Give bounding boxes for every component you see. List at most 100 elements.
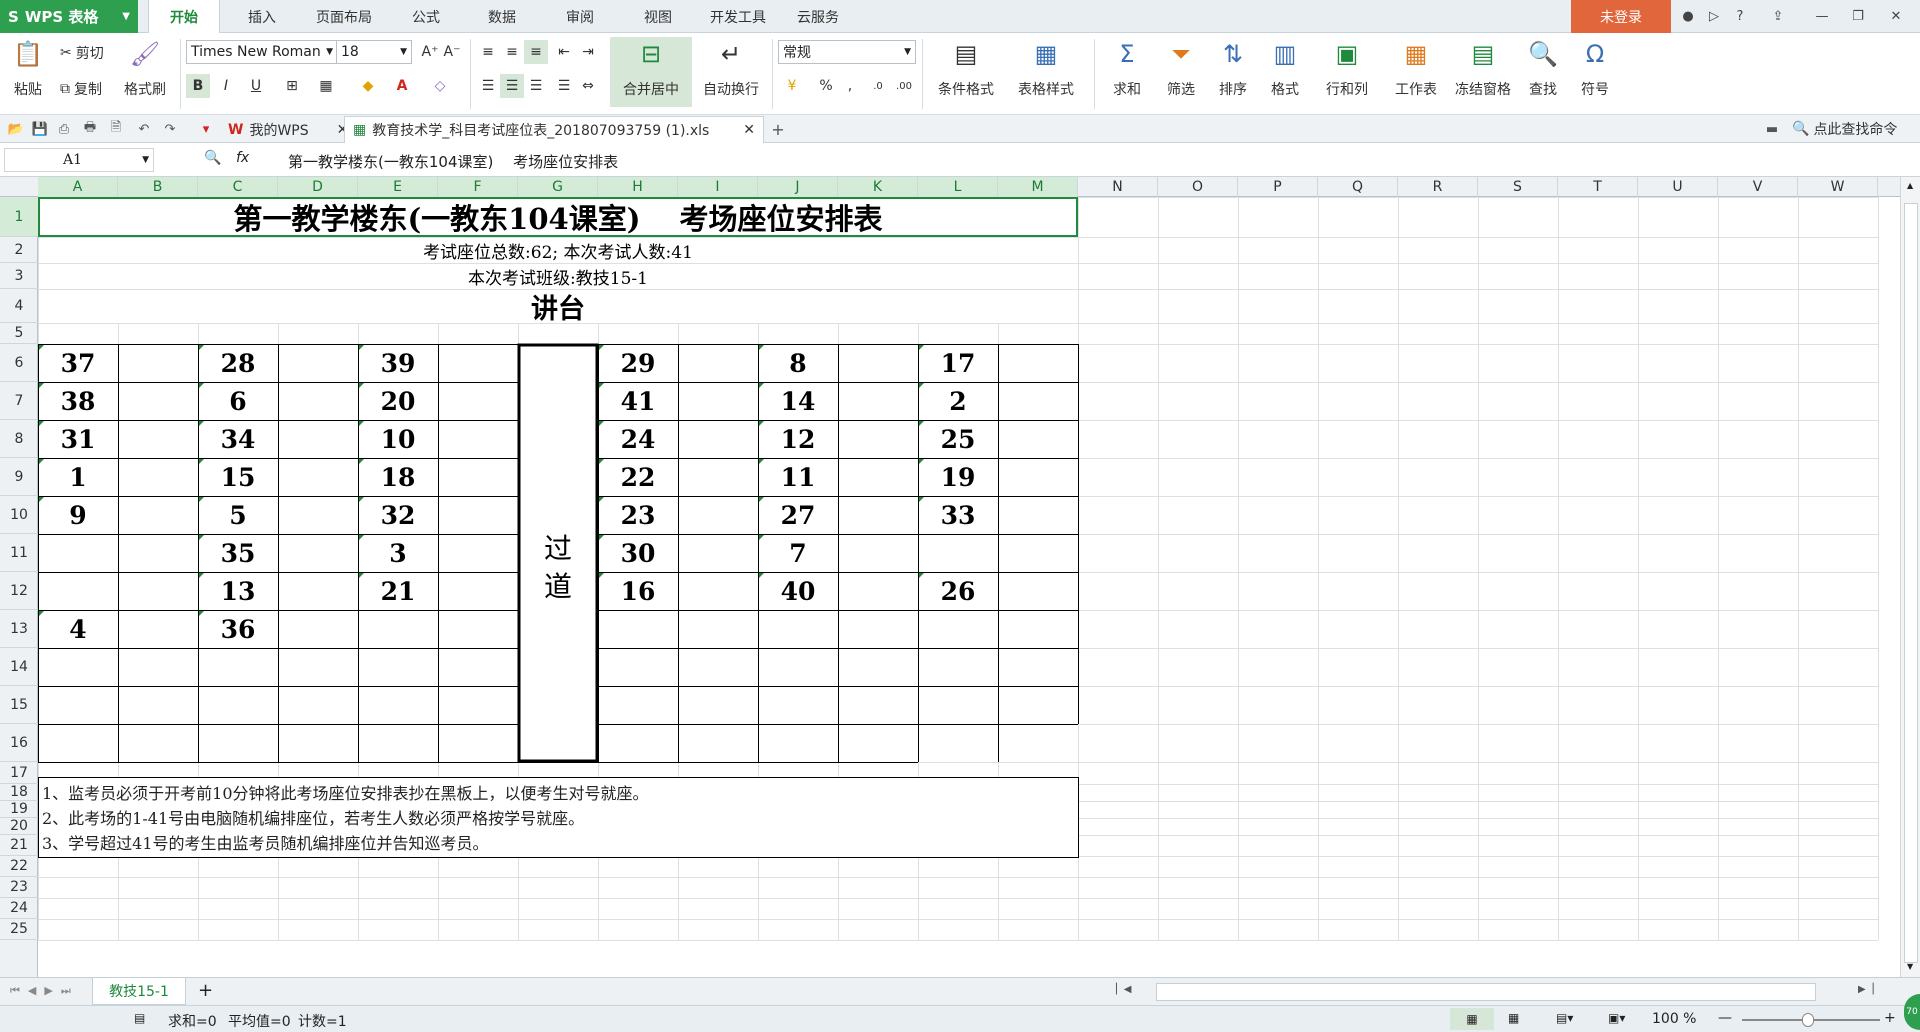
row-header[interactable]: 17 (0, 762, 38, 784)
column-header[interactable]: M (998, 177, 1078, 197)
column-header[interactable]: S (1478, 177, 1558, 197)
symbol-button[interactable]: Ω 符号 (1570, 37, 1620, 99)
clear-format-icon[interactable]: ◇ (428, 74, 452, 98)
column-header[interactable]: U (1638, 177, 1718, 197)
hscroll-left-icon[interactable]: ▏◀ (1116, 984, 1131, 995)
seat-number[interactable]: 26 (918, 572, 998, 610)
paste-button[interactable]: 📋 粘贴 (6, 37, 50, 99)
column-header[interactable]: K (838, 177, 918, 197)
login-button[interactable]: 未登录 (1571, 0, 1671, 33)
cut-button[interactable]: ✂ 剪切 (60, 43, 104, 63)
bold-button[interactable]: B (186, 74, 210, 98)
freeze-panes-button[interactable]: ▤ 冻结窗格 (1450, 37, 1516, 99)
seat-number[interactable]: 19 (918, 458, 998, 496)
tab-view[interactable]: 视图 (626, 0, 690, 33)
save-icon[interactable]: 💾 (30, 119, 50, 139)
justify-icon[interactable]: ☰ (552, 74, 576, 98)
restore-ribbon-icon[interactable]: ⇪ (1766, 5, 1790, 27)
seat-number[interactable]: 25 (918, 420, 998, 458)
seat-number[interactable]: 3 (358, 534, 438, 572)
underline-button[interactable]: U (244, 74, 268, 98)
row-header[interactable]: 14 (0, 648, 38, 686)
copy-button[interactable]: ⧉ 复制 (60, 79, 102, 99)
align-top-icon[interactable]: ≡ (476, 40, 500, 64)
seat-number[interactable]: 10 (358, 420, 438, 458)
undo-icon[interactable]: ↶ (134, 119, 154, 139)
add-sheet-icon[interactable]: + (198, 980, 213, 1001)
font-size-select[interactable]: 18 ▼ (336, 40, 412, 64)
new-tab-icon[interactable]: + (768, 119, 788, 139)
column-header[interactable]: Q (1318, 177, 1398, 197)
row-header[interactable]: 25 (0, 919, 38, 940)
row-header[interactable]: 16 (0, 724, 38, 762)
seat-number[interactable]: 31 (38, 420, 118, 458)
align-center-icon[interactable]: ☰ (500, 74, 524, 98)
customize-icon[interactable]: ▾ (196, 119, 216, 139)
row-header[interactable]: 23 (0, 877, 38, 898)
table-style-button[interactable]: ▦ 表格样式 (1008, 37, 1084, 99)
fill-color-icon[interactable]: ◆ (356, 74, 380, 98)
column-header[interactable]: H (598, 177, 678, 197)
seat-number[interactable]: 18 (358, 458, 438, 496)
column-header[interactable]: P (1238, 177, 1318, 197)
column-header[interactable]: J (758, 177, 838, 197)
seat-number[interactable]: 15 (198, 458, 278, 496)
seat-number[interactable]: 36 (198, 610, 278, 648)
column-header[interactable]: V (1718, 177, 1798, 197)
skin-icon[interactable]: ● (1676, 5, 1700, 27)
seat-number[interactable]: 1 (38, 458, 118, 496)
print-preview-icon[interactable]: 🗎 (106, 119, 126, 139)
seat-number[interactable]: 4 (38, 610, 118, 648)
merge-center-button[interactable]: ⊟ 合并居中 (610, 37, 692, 107)
tab-review[interactable]: 审阅 (548, 0, 612, 33)
vertical-scrollbar[interactable]: ▲ ▼ (1900, 177, 1920, 977)
seat-number[interactable]: 7 (758, 534, 838, 572)
decrease-font-icon[interactable]: A⁻ (440, 40, 464, 64)
indent-decrease-icon[interactable]: ⇤ (552, 40, 576, 64)
seat-number[interactable]: 32 (358, 496, 438, 534)
row-header[interactable]: 3 (0, 263, 38, 289)
thousands-icon[interactable]: , (838, 74, 862, 98)
seat-number[interactable]: 16 (598, 572, 678, 610)
seat-number[interactable]: 33 (918, 496, 998, 534)
zoom-level[interactable]: 100 % (1652, 1011, 1696, 1027)
sheet-nav-icons[interactable]: ⏮◀▶⏭ (10, 984, 79, 998)
row-header[interactable]: 1 (0, 197, 38, 237)
indent-increase-icon[interactable]: ⇥ (576, 40, 600, 64)
seat-number[interactable]: 6 (198, 382, 278, 420)
horizontal-scrollbar[interactable] (1156, 983, 1816, 1001)
zoom-icon[interactable]: 🔍 (204, 150, 221, 166)
increase-decimal-icon[interactable]: .0 (866, 74, 890, 98)
tab-formula[interactable]: 公式 (394, 0, 458, 33)
speed-badge[interactable]: 70 (1904, 994, 1920, 1030)
align-middle-icon[interactable]: ≡ (500, 40, 524, 64)
tab-my-wps[interactable]: W 我的WPS ✕ (220, 116, 356, 143)
tab-cloud[interactable]: 云服务 (786, 0, 850, 33)
scroll-down-icon[interactable]: ▼ (1907, 962, 1913, 971)
fx-icon[interactable]: fx (236, 150, 249, 166)
tab-data[interactable]: 数据 (470, 0, 534, 33)
row-header[interactable]: 8 (0, 420, 38, 458)
seat-number[interactable]: 38 (38, 382, 118, 420)
column-header[interactable]: B (118, 177, 198, 197)
row-header[interactable]: 9 (0, 458, 38, 496)
export-pdf-icon[interactable]: ⎙ (54, 119, 74, 139)
decrease-decimal-icon[interactable]: .00 (892, 74, 916, 98)
row-header[interactable]: 4 (0, 289, 38, 323)
row-header[interactable]: 18 (0, 784, 38, 801)
seat-number[interactable]: 21 (358, 572, 438, 610)
feedback-icon[interactable]: ▷ (1702, 5, 1726, 27)
row-header[interactable]: 20 (0, 818, 38, 835)
row-header[interactable]: 6 (0, 344, 38, 382)
column-header[interactable]: L (918, 177, 998, 197)
close-icon[interactable]: ✕ (743, 122, 755, 138)
row-col-button[interactable]: ▣ 行和列 (1314, 37, 1380, 99)
tab-page-layout[interactable]: 页面布局 (304, 0, 384, 33)
format-button[interactable]: ▥ 格式 (1262, 37, 1308, 99)
column-header[interactable]: G (518, 177, 598, 197)
hscroll-right-icon[interactable]: ▶▕ (1858, 984, 1873, 995)
currency-icon[interactable]: ¥ (780, 74, 804, 98)
row-header[interactable]: 11 (0, 534, 38, 572)
formula-input[interactable]: 第一教学楼东(一教东104课室) 考场座位安排表 (288, 151, 1908, 172)
increase-font-icon[interactable]: A⁺ (418, 40, 442, 64)
